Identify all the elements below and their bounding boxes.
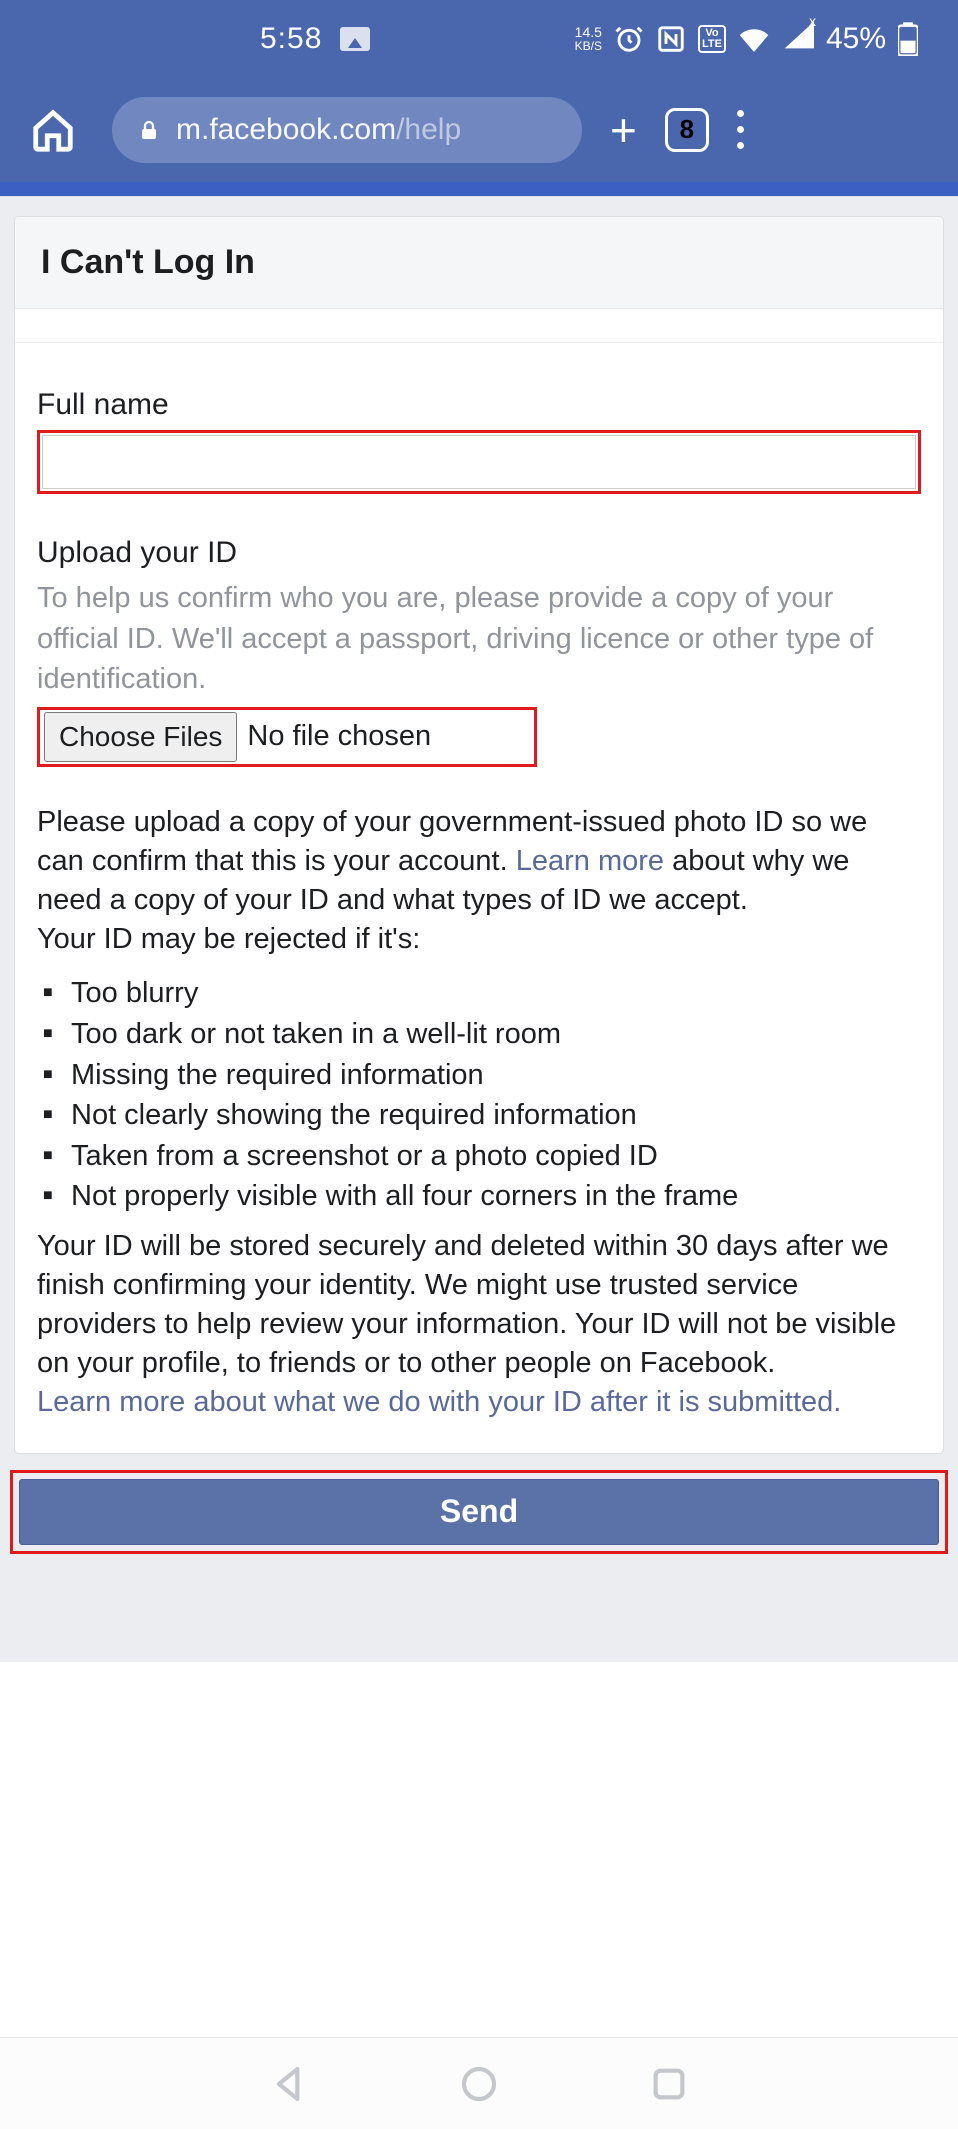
- upload-label: Upload your ID: [37, 536, 921, 570]
- image-icon: [340, 27, 370, 51]
- url-bar[interactable]: m.facebook.com/help: [112, 97, 582, 163]
- upload-helper: To help us confirm who you are, please p…: [37, 578, 921, 700]
- home-icon[interactable]: [30, 107, 76, 153]
- url-path: /help: [396, 113, 461, 146]
- form-card: I Can't Log In Full name Upload your ID …: [14, 216, 944, 1454]
- cell-signal-icon: x: [782, 21, 814, 56]
- back-icon[interactable]: [269, 2064, 309, 2104]
- home-nav-icon[interactable]: [459, 2064, 499, 2104]
- file-input-highlight: Choose Files No file chosen: [37, 707, 537, 767]
- list-item: Not properly visible with all four corne…: [43, 1176, 921, 1217]
- menu-icon[interactable]: [737, 110, 744, 149]
- full-name-highlight: [37, 430, 921, 494]
- full-name-label: Full name: [37, 388, 921, 422]
- list-item: Not clearly showing the required informa…: [43, 1095, 921, 1136]
- nfc-icon: [656, 24, 686, 54]
- battery-icon: [898, 22, 918, 56]
- alarm-icon: [614, 24, 644, 54]
- browser-toolbar: m.facebook.com/help + 8: [0, 77, 958, 182]
- related-section-stub: [0, 1580, 958, 1662]
- new-tab-icon[interactable]: +: [610, 107, 637, 153]
- wifi-icon: [738, 26, 770, 52]
- lock-icon: [137, 116, 161, 144]
- accent-bar: [0, 182, 958, 196]
- send-button[interactable]: Send: [19, 1479, 939, 1545]
- learn-more-link-2[interactable]: Learn more about what we do with your ID…: [37, 1386, 841, 1418]
- list-item: Taken from a screenshot or a photo copie…: [43, 1136, 921, 1177]
- send-button-highlight: Send: [10, 1470, 948, 1554]
- rejection-reasons-list: Too blurry Too dark or not taken in a we…: [43, 973, 921, 1217]
- full-name-input[interactable]: [42, 435, 916, 489]
- learn-more-link-1[interactable]: Learn more: [516, 845, 664, 877]
- choose-files-button[interactable]: Choose Files: [44, 712, 237, 762]
- tab-count-button[interactable]: 8: [665, 108, 709, 152]
- battery-percent: 45%: [826, 22, 886, 56]
- list-item: Missing the required information: [43, 1055, 921, 1096]
- page-title: I Can't Log In: [15, 217, 943, 309]
- status-time: 5:58: [260, 22, 322, 56]
- file-status-text: No file chosen: [247, 720, 431, 753]
- url-domain: m.facebook.com: [176, 113, 396, 146]
- android-nav-bar: [0, 2037, 958, 2129]
- instruction-paragraph: Please upload a copy of your government-…: [37, 803, 921, 960]
- storage-paragraph: Your ID will be stored securely and dele…: [37, 1227, 921, 1423]
- network-speed: 14.5 KB/S: [575, 25, 602, 53]
- recents-icon[interactable]: [649, 2064, 689, 2104]
- volte-icon: Vo LTE: [698, 25, 726, 53]
- reject-intro: Your ID may be rejected if it's:: [37, 923, 420, 955]
- list-item: Too blurry: [43, 973, 921, 1014]
- list-item: Too dark or not taken in a well-lit room: [43, 1014, 921, 1055]
- status-bar: 5:58 14.5 KB/S Vo LTE x 45%: [0, 0, 958, 77]
